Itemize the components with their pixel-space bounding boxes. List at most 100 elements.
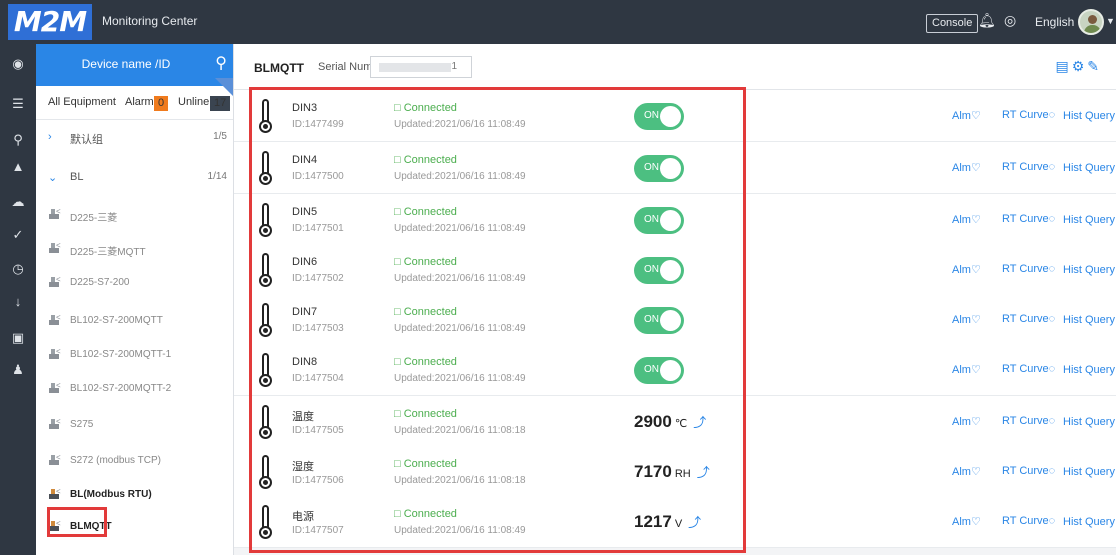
tree-device[interactable]: < S272 (modbus TCP) [36,444,233,478]
device-icon: < [48,348,62,360]
avatar[interactable] [1078,9,1104,35]
device-icon: < [48,314,62,326]
hist-query-link[interactable]: Hist Query↥ [1063,263,1116,276]
curve-icon: ◌ [1048,465,1056,477]
tree-device[interactable]: < BL102-S7-200MQTT-2 [36,372,233,406]
datapoint-highlight-box [249,87,746,553]
app-logo[interactable]: M2M [8,4,92,40]
bell-icon: ♡ [970,314,981,326]
serial-tail: 1 [451,61,457,72]
hist-query-link[interactable]: Hist Query↥ [1063,213,1116,226]
tree-device[interactable]: < D225-S7-200 [36,266,233,300]
bell-icon[interactable]: ▲ [0,159,36,174]
online-count-badge: 17 [210,96,231,111]
top-bar: M2M Monitoring Center Console 🔔︎ ◎ Engli… [0,0,1116,44]
rt-curve-link[interactable]: RT Curve◌ [1002,465,1055,477]
device-icon: < [48,208,62,220]
alarm-link[interactable]: Alm♡ [952,263,981,276]
bell-icon: ♡ [970,416,981,428]
clock-icon[interactable]: ◷ [0,261,36,277]
console-button[interactable]: Console [926,14,979,33]
app-title: Monitoring Center [102,14,198,28]
pin-icon[interactable]: ⚲ [0,132,36,148]
hist-query-link[interactable]: Hist Query↥ [1063,515,1116,528]
selected-device-highlight [47,507,107,537]
rt-curve-link[interactable]: RT Curve◌ [1002,313,1055,325]
hist-query-link[interactable]: Hist Query↥ [1063,363,1116,376]
rt-curve-link[interactable]: RT Curve◌ [1002,213,1055,225]
rt-curve-link[interactable]: RT Curve◌ [1002,415,1055,427]
alarm-count-badge: 0 [154,96,169,111]
curve-icon: ◌ [1048,415,1056,427]
tree-group-bl[interactable]: ⌄ BL 1/14 [36,160,233,194]
header-action-icons[interactable]: ▤⚙✎ [1055,58,1102,75]
bell-icon: ♡ [970,264,981,276]
pulse-icon[interactable]: ✓ [0,227,36,243]
cloud-icon[interactable]: ☁ [0,194,36,210]
hist-query-link[interactable]: Hist Query↥ [1063,109,1116,122]
rt-curve-link[interactable]: RT Curve◌ [1002,515,1055,527]
group-label: BL [70,171,84,183]
tab-all-equipment[interactable]: All Equipment [48,96,116,108]
group-count: 1/14 [207,171,227,182]
hist-query-link[interactable]: Hist Query↥ [1063,161,1116,174]
alarm-link[interactable]: Alm♡ [952,465,981,478]
rt-curve-link[interactable]: RT Curve◌ [1002,161,1055,173]
alarm-link[interactable]: Alm♡ [952,515,981,528]
bell-icon: ♡ [970,516,981,528]
search-icon[interactable]: ⚲ [215,53,227,73]
tab-online[interactable]: Unline [178,96,209,108]
user-icon[interactable]: ♟ [0,362,36,378]
bell-icon: ♡ [970,466,981,478]
alarm-link[interactable]: Alm♡ [952,415,981,428]
location-icon[interactable]: ◉ [0,56,36,72]
palette-icon[interactable]: ◎ [1004,12,1016,29]
curve-icon: ◌ [1048,363,1056,375]
rt-curve-link[interactable]: RT Curve◌ [1002,109,1055,121]
hist-query-link[interactable]: Hist Query↥ [1063,415,1116,428]
device-title: BLMQTT [254,61,304,75]
device-icon: < [48,418,62,430]
bell-icon: ♡ [970,162,981,174]
device-icon: < [48,454,62,466]
device-search-bar[interactable]: Device name /ID ⚲ [36,44,233,86]
bell-icon: ♡ [970,214,981,226]
tree-device[interactable]: < D225-三菱 [36,198,233,232]
curve-icon: ◌ [1048,161,1056,173]
curve-icon: ◌ [1048,109,1056,121]
device-icon: < [48,382,62,394]
device-icon: < [48,488,62,500]
hist-query-link[interactable]: Hist Query↥ [1063,465,1116,478]
download-icon[interactable]: ↓ [0,294,36,309]
rt-curve-link[interactable]: RT Curve◌ [1002,263,1055,275]
alarm-link[interactable]: Alm♡ [952,213,981,226]
rt-curve-link[interactable]: RT Curve◌ [1002,363,1055,375]
tree-device[interactable]: < S275 [36,408,233,442]
alarm-link[interactable]: Alm♡ [952,313,981,326]
main-panel: BLMQTT Serial Number: 1 ▤⚙✎ DIN3 ID:1477… [234,44,1116,555]
list-icon[interactable]: ☰ [0,96,36,112]
language-select[interactable]: English [1035,15,1074,29]
group-count: 1/5 [213,131,227,142]
hist-query-link[interactable]: Hist Query↥ [1063,313,1116,326]
tree-device[interactable]: < BL102-S7-200MQTT-1 [36,338,233,372]
tree-group-default[interactable]: › 默认组 1/5 [36,120,233,154]
tree-device[interactable]: < D225-三菱MQTT [36,232,233,266]
tree-filter-tabs: All Equipment Alarm 0 Unline 17 [36,86,233,120]
curve-icon: ◌ [1048,313,1056,325]
chevron-down-icon[interactable]: ▼ [1106,16,1115,26]
tab-alarm[interactable]: Alarm [125,96,154,108]
alarm-link[interactable]: Alm♡ [952,363,981,376]
group-label: 默认组 [70,134,103,146]
chevron-down-icon: ⌄ [48,172,58,184]
bell-icon[interactable]: 🔔︎ [978,12,996,29]
chevron-right-icon: › [48,131,52,143]
tree-device[interactable]: < BL102-S7-200MQTT [36,304,233,338]
serial-number-field: 1 [370,56,472,78]
alarm-link[interactable]: Alm♡ [952,109,981,122]
icon-sidebar: ◉ ☰ ⚲ ▲ ☁ ✓ ◷ ↓ ▣ ♟ [0,44,36,555]
search-input[interactable]: Device name /ID [36,57,216,71]
alarm-link[interactable]: Alm♡ [952,161,981,174]
curve-icon: ◌ [1048,213,1056,225]
card-icon[interactable]: ▣ [0,330,36,346]
